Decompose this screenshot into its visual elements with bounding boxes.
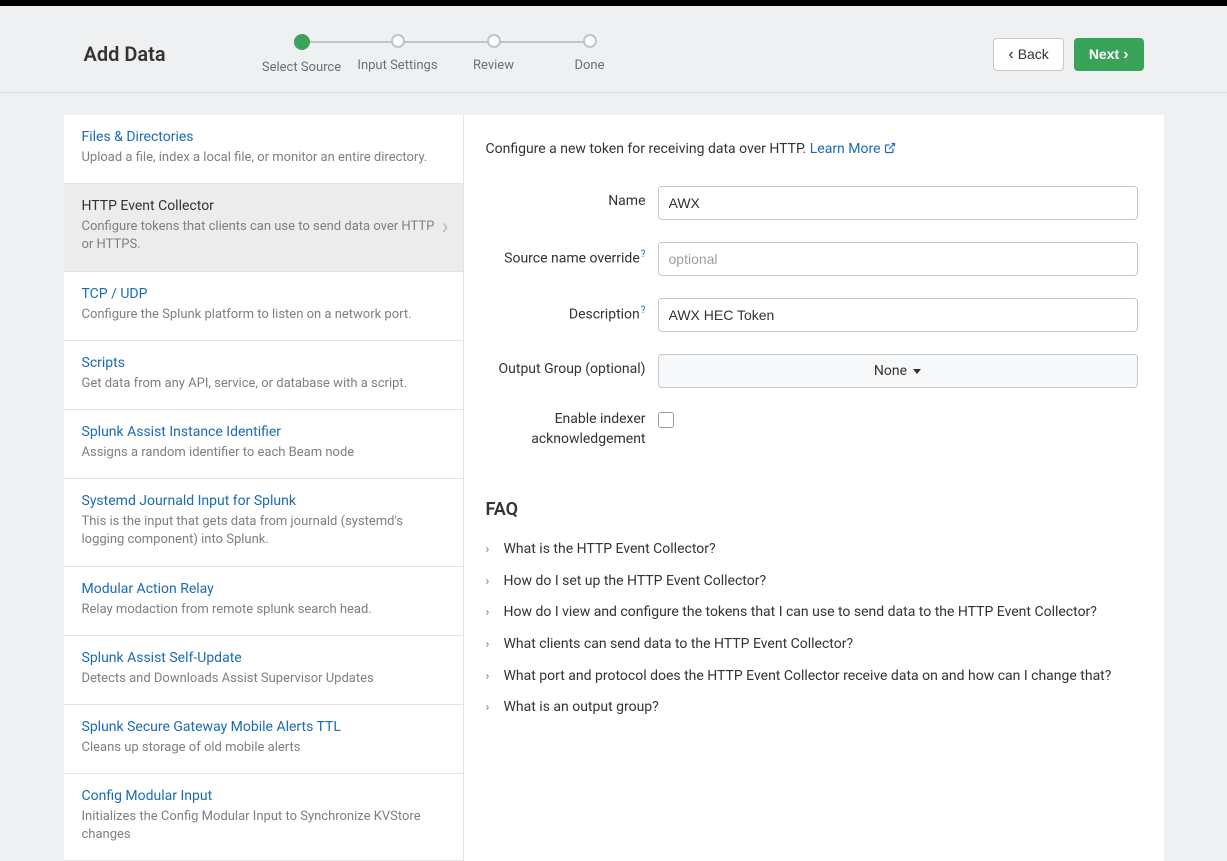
name-input[interactable] — [658, 186, 1138, 220]
help-icon[interactable]: ? — [641, 249, 646, 260]
external-link-icon — [884, 142, 896, 158]
step-label: Done — [574, 58, 604, 73]
chevron-right-icon: › — [486, 668, 496, 686]
chevron-right-icon — [1123, 46, 1128, 63]
source-item-http-event-collector[interactable]: HTTP Event Collector Configure tokens tha… — [64, 184, 463, 271]
source-item-config-modular-input[interactable]: Config Modular Input Initializes the Conf… — [64, 774, 463, 861]
main-panel: Configure a new token for receiving data… — [464, 115, 1164, 861]
source-item-splunk-secure-gateway-mobile-alerts-ttl[interactable]: Splunk Secure Gateway Mobile Alerts TTL C… — [64, 705, 463, 774]
faq-title: FAQ — [486, 499, 1138, 520]
source-item-desc: Configure the Splunk platform to listen … — [82, 306, 445, 324]
name-label: Name — [486, 186, 646, 209]
step-circle-icon — [391, 34, 405, 48]
faq-question: What is the HTTP Event Collector? — [504, 540, 716, 560]
step-label: Input Settings — [357, 58, 437, 73]
source-item-title: Splunk Secure Gateway Mobile Alerts TTL — [82, 719, 445, 735]
intro-text-content: Configure a new token for receiving data… — [486, 141, 810, 157]
source-override-input[interactable] — [658, 242, 1138, 276]
source-item-title: Splunk Assist Instance Identifier — [82, 424, 445, 440]
next-button[interactable]: Next — [1074, 38, 1144, 71]
chevron-right-icon: › — [486, 636, 496, 654]
faq-question: How do I view and configure the tokens t… — [504, 603, 1097, 623]
faq-question: What is an output group? — [504, 698, 659, 718]
step-label: Select Source — [262, 60, 341, 75]
help-icon[interactable]: ? — [641, 305, 646, 316]
next-button-label: Next — [1089, 46, 1119, 62]
description-label: Description? — [486, 298, 646, 323]
back-button-label: Back — [1018, 46, 1049, 62]
indexer-ack-label: Enable indexer acknowledgement — [486, 410, 646, 449]
content: Files & Directories Upload a file, index … — [64, 115, 1164, 861]
source-item-title: Files & Directories — [82, 129, 445, 145]
indexer-ack-checkbox[interactable] — [658, 412, 674, 428]
source-item-desc: Get data from any API, service, or datab… — [82, 375, 445, 393]
source-item-desc: Upload a file, index a local file, or mo… — [82, 149, 445, 167]
step-line — [398, 41, 494, 43]
faq-item[interactable]: › What clients can send data to the HTTP … — [486, 629, 1138, 661]
step-circle-icon — [294, 34, 310, 50]
source-item-desc: Configure tokens that clients can use to… — [82, 218, 445, 254]
step-line — [494, 41, 590, 43]
source-item-title: Splunk Assist Self-Update — [82, 650, 445, 666]
chevron-right-icon: › — [486, 699, 496, 717]
source-item-desc: Initializes the Config Modular Input to … — [82, 808, 445, 844]
source-item-title: HTTP Event Collector — [82, 198, 445, 214]
source-item-desc: Detects and Downloads Assist Supervisor … — [82, 670, 445, 688]
faq-item[interactable]: › How do I set up the HTTP Event Collecto… — [486, 566, 1138, 598]
output-group-dropdown[interactable]: None — [658, 354, 1138, 388]
step-circle-icon — [487, 34, 501, 48]
faq-question: What clients can send data to the HTTP E… — [504, 635, 854, 655]
source-item-desc: This is the input that gets data from jo… — [82, 513, 445, 549]
step-circle-icon — [583, 34, 597, 48]
source-item-title: Modular Action Relay — [82, 581, 445, 597]
learn-more-link[interactable]: Learn More — [810, 141, 896, 157]
chevron-right-icon: › — [486, 573, 496, 591]
faq-question: What port and protocol does the HTTP Eve… — [504, 667, 1112, 687]
output-group-label: Output Group (optional) — [486, 354, 646, 377]
chevron-right-icon: › — [486, 541, 496, 559]
source-item-tcp-udp[interactable]: TCP / UDP Configure the Splunk platform t… — [64, 272, 463, 341]
source-item-title: Scripts — [82, 355, 445, 371]
faq-list: › What is the HTTP Event Collector? › How d… — [486, 534, 1138, 724]
source-override-label: Source name override? — [486, 242, 646, 267]
faq-item[interactable]: › What port and protocol does the HTTP Ev… — [486, 661, 1138, 693]
output-group-value: None — [874, 363, 907, 379]
intro-text: Configure a new token for receiving data… — [486, 141, 1138, 158]
source-item-title: Config Modular Input — [82, 788, 445, 804]
source-item-desc: Assigns a random identifier to each Beam… — [82, 444, 445, 462]
faq-section: FAQ › What is the HTTP Event Collector? › H… — [486, 499, 1138, 724]
source-item-title: TCP / UDP — [82, 286, 445, 302]
faq-item[interactable]: › What is the HTTP Event Collector? — [486, 534, 1138, 566]
step-review: Review — [446, 34, 542, 73]
back-button[interactable]: Back — [993, 38, 1063, 71]
source-item-splunk-assist-self-update[interactable]: Splunk Assist Self-Update Detects and Dow… — [64, 636, 463, 705]
step-input-settings: Input Settings — [350, 34, 446, 73]
source-item-modular-action-relay[interactable]: Modular Action Relay Relay modaction from… — [64, 567, 463, 636]
learn-more-label: Learn More — [810, 141, 881, 157]
source-item-splunk-assist-instance-identifier[interactable]: Splunk Assist Instance Identifier Assigns… — [64, 410, 463, 479]
wizard-stepper: Select Source Input Settings Review Done — [254, 34, 638, 75]
source-item-systemd-journald-input-for-splunk[interactable]: Systemd Journald Input for Splunk This is… — [64, 479, 463, 566]
source-item-scripts[interactable]: Scripts Get data from any API, service, o… — [64, 341, 463, 410]
step-select-source: Select Source — [254, 34, 350, 75]
caret-down-icon — [913, 369, 921, 374]
page-title: Add Data — [84, 42, 214, 66]
description-input[interactable] — [658, 298, 1138, 332]
source-item-desc: Cleans up storage of old mobile alerts — [82, 739, 445, 757]
source-item-files-directories[interactable]: Files & Directories Upload a file, index … — [64, 115, 463, 184]
page-header: Add Data Select Source Input Settings Revi… — [0, 6, 1227, 93]
step-done: Done — [542, 34, 638, 73]
faq-item[interactable]: › What is an output group? — [486, 692, 1138, 724]
faq-item[interactable]: › How do I view and configure the tokens … — [486, 597, 1138, 629]
chevron-left-icon — [1008, 46, 1013, 63]
faq-question: How do I set up the HTTP Event Collector… — [504, 572, 767, 592]
source-sidebar: Files & Directories Upload a file, index … — [64, 115, 464, 861]
step-line — [302, 41, 398, 43]
step-label: Review — [473, 58, 514, 73]
source-item-title: Systemd Journald Input for Splunk — [82, 493, 445, 509]
chevron-right-icon: › — [486, 604, 496, 622]
source-item-desc: Relay modaction from remote splunk searc… — [82, 601, 445, 619]
